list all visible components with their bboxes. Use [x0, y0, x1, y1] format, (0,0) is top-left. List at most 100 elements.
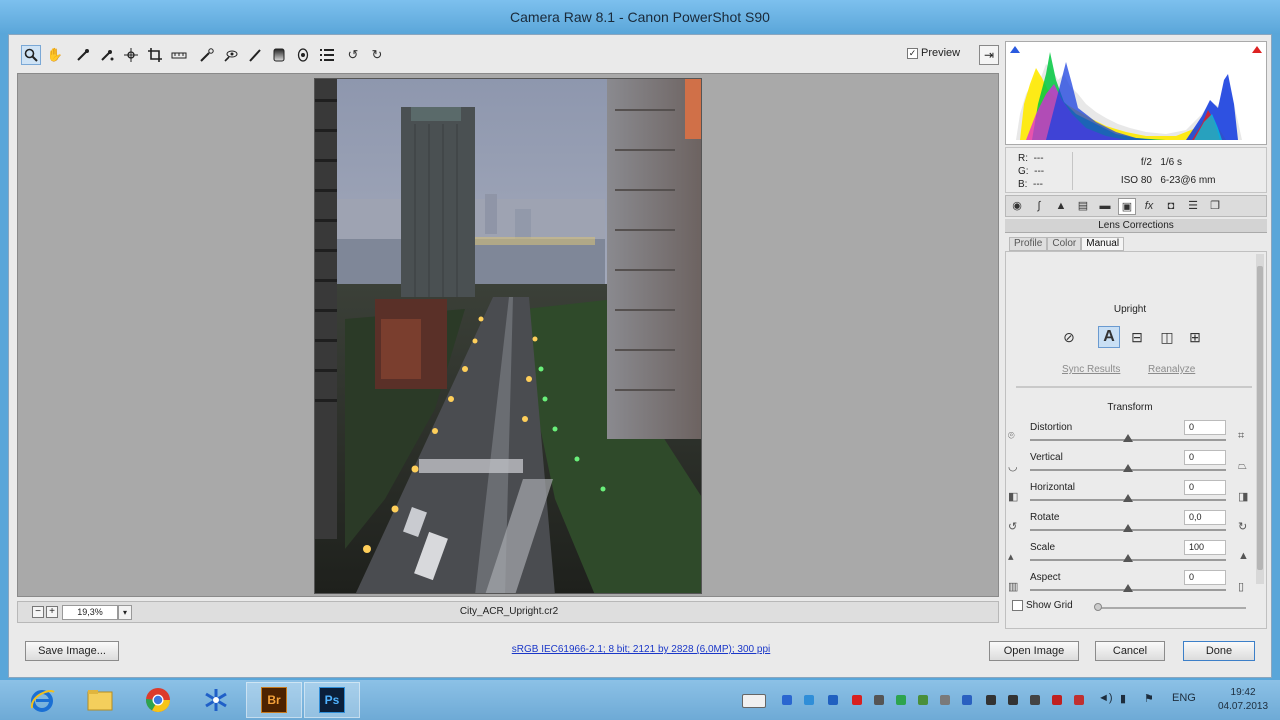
zoom-icon[interactable]: [21, 45, 41, 65]
tray-app-icon[interactable]: [804, 695, 814, 705]
tray-app-icon[interactable]: [940, 695, 950, 705]
workflow-options-link[interactable]: sRGB IEC61966-2.1; 8 bit; 2121 by 2828 (…: [9, 644, 1273, 655]
radial-filter-icon[interactable]: [293, 45, 313, 65]
upright-full-icon[interactable]: ⊞: [1184, 326, 1206, 348]
photoshop-icon[interactable]: Ps: [304, 682, 360, 718]
spot-removal-icon[interactable]: [197, 45, 217, 65]
subtab-color[interactable]: Color: [1047, 237, 1082, 251]
effects-tab-icon[interactable]: fx: [1140, 198, 1158, 215]
fullscreen-icon[interactable]: ⇥: [979, 45, 999, 65]
chrome-icon[interactable]: [130, 682, 186, 718]
tray-app-icon[interactable]: [852, 695, 862, 705]
g-value: ---: [1034, 166, 1045, 177]
window-title: Camera Raw 8.1 - Canon PowerShot S90: [0, 0, 1280, 34]
tray-app-icon[interactable]: [962, 695, 972, 705]
aspect-knob[interactable]: [1123, 584, 1133, 592]
upright-auto-button[interactable]: A: [1098, 326, 1120, 348]
volume-icon[interactable]: ◄): [1098, 692, 1113, 704]
tray-app-icon[interactable]: [1008, 695, 1018, 705]
aspect-value[interactable]: 0: [1184, 570, 1226, 585]
snowflake-app-icon[interactable]: [188, 682, 244, 718]
rotate-ccw-icon[interactable]: ↺: [343, 45, 363, 65]
sync-results-link[interactable]: Sync Results: [1062, 364, 1120, 375]
network-icon[interactable]: ▮: [1120, 692, 1126, 705]
image-info-panel: R: --- G: --- B: --- f/2 1/6 s ISO 80 6-…: [1005, 147, 1267, 193]
grid-size-track[interactable]: [1096, 607, 1246, 609]
file-explorer-icon[interactable]: [72, 682, 128, 718]
distortion-knob[interactable]: [1123, 434, 1133, 442]
targeted-adjustment-icon[interactable]: [121, 45, 141, 65]
camera-raw-dialog: ✋ ↺ ↻ ✓ Preview ⇥ − + 19,3% ▾ City_ACR_U…: [8, 34, 1272, 678]
detail-tab-icon[interactable]: ▲: [1052, 198, 1070, 215]
preview-checkbox[interactable]: ✓: [907, 47, 918, 59]
upright-off-icon[interactable]: ⊘: [1058, 326, 1080, 348]
show-grid-toggle[interactable]: Show Grid: [1012, 600, 1073, 611]
hsl-tab-icon[interactable]: ▤: [1074, 198, 1092, 215]
distortion-label: Distortion: [1030, 422, 1073, 433]
reanalyze-link[interactable]: Reanalyze: [1148, 364, 1195, 375]
horizontal-label: Horizontal: [1030, 482, 1076, 493]
adjustment-brush-icon[interactable]: [245, 45, 265, 65]
basic-tab-icon[interactable]: ◉: [1008, 198, 1026, 215]
rotate-knob[interactable]: [1123, 524, 1133, 532]
open-image-button[interactable]: Open Image: [989, 641, 1079, 661]
show-grid-checkbox[interactable]: [1012, 600, 1023, 611]
iso-value: ISO 80: [1120, 175, 1152, 186]
vertical-value[interactable]: 0: [1184, 450, 1226, 465]
distortion-slider[interactable]: ⌾ Distortion 0 ⌗: [1006, 420, 1266, 452]
snapshots-tab-icon[interactable]: ❐: [1206, 198, 1224, 215]
aspect-slider[interactable]: ▥ Aspect 0 ▯: [1006, 570, 1266, 602]
cancel-button[interactable]: Cancel: [1095, 641, 1165, 661]
scale-value[interactable]: 100: [1184, 540, 1226, 555]
keyboard-icon[interactable]: [742, 694, 766, 708]
language-indicator[interactable]: ENG: [1172, 692, 1196, 704]
preview-toggle[interactable]: ✓ Preview: [907, 47, 960, 59]
clock-time: 19:42: [1230, 687, 1256, 698]
hand-icon[interactable]: ✋: [45, 45, 65, 65]
tray-app-icon[interactable]: [1030, 695, 1040, 705]
subtab-manual[interactable]: Manual: [1081, 237, 1125, 251]
horizontal-knob[interactable]: [1123, 494, 1133, 502]
split-toning-tab-icon[interactable]: ▬: [1096, 198, 1114, 215]
red-eye-icon[interactable]: [221, 45, 241, 65]
image-preview-area[interactable]: [17, 73, 999, 597]
straighten-icon[interactable]: [169, 45, 189, 65]
action-center-icon[interactable]: ⚑: [1144, 692, 1154, 705]
tray-app-icon[interactable]: [1074, 695, 1084, 705]
white-balance-icon[interactable]: [73, 45, 93, 65]
tray-app-icon[interactable]: [896, 695, 906, 705]
horizontal-value[interactable]: 0: [1184, 480, 1226, 495]
vertical-knob[interactable]: [1123, 464, 1133, 472]
vertical-slider[interactable]: ◡ Vertical 0 ⏢: [1006, 450, 1266, 482]
tray-app-icon[interactable]: [986, 695, 996, 705]
scale-slider[interactable]: ▴ Scale 100 ▲: [1006, 540, 1266, 572]
lens-corrections-tab-icon[interactable]: ▣: [1118, 198, 1136, 215]
presets-tab-icon[interactable]: ☰: [1184, 198, 1202, 215]
tray-app-icon[interactable]: [874, 695, 884, 705]
bridge-icon[interactable]: Br: [246, 682, 302, 718]
subtab-profile[interactable]: Profile: [1009, 237, 1048, 251]
camera-calibration-tab-icon[interactable]: ◘: [1162, 198, 1180, 215]
color-sampler-icon[interactable]: [97, 45, 117, 65]
grid-size-knob[interactable]: [1094, 603, 1102, 611]
tray-app-icon[interactable]: [918, 695, 928, 705]
distortion-value[interactable]: 0: [1184, 420, 1226, 435]
tray-app-icon[interactable]: [782, 695, 792, 705]
crop-icon[interactable]: [145, 45, 165, 65]
graduated-filter-icon[interactable]: [269, 45, 289, 65]
tray-app-icon[interactable]: [1052, 695, 1062, 705]
b-value: ---: [1033, 179, 1044, 190]
done-button[interactable]: Done: [1183, 641, 1255, 661]
horizontal-slider[interactable]: ◧ Horizontal 0 ◨: [1006, 480, 1266, 512]
scale-knob[interactable]: [1123, 554, 1133, 562]
upright-vertical-icon[interactable]: ◫: [1156, 326, 1178, 348]
upright-level-icon[interactable]: ⊟: [1126, 326, 1148, 348]
internet-explorer-icon[interactable]: [14, 682, 70, 718]
rotate-slider[interactable]: ↺ Rotate 0,0 ↻: [1006, 510, 1266, 542]
tray-app-icon[interactable]: [828, 695, 838, 705]
tone-curve-tab-icon[interactable]: ∫: [1030, 198, 1048, 215]
preferences-icon[interactable]: [317, 45, 337, 65]
rotate-cw-icon[interactable]: ↻: [367, 45, 387, 65]
rotate-value[interactable]: 0,0: [1184, 510, 1226, 525]
clock[interactable]: 19:42 04.07.2013: [1218, 686, 1268, 714]
